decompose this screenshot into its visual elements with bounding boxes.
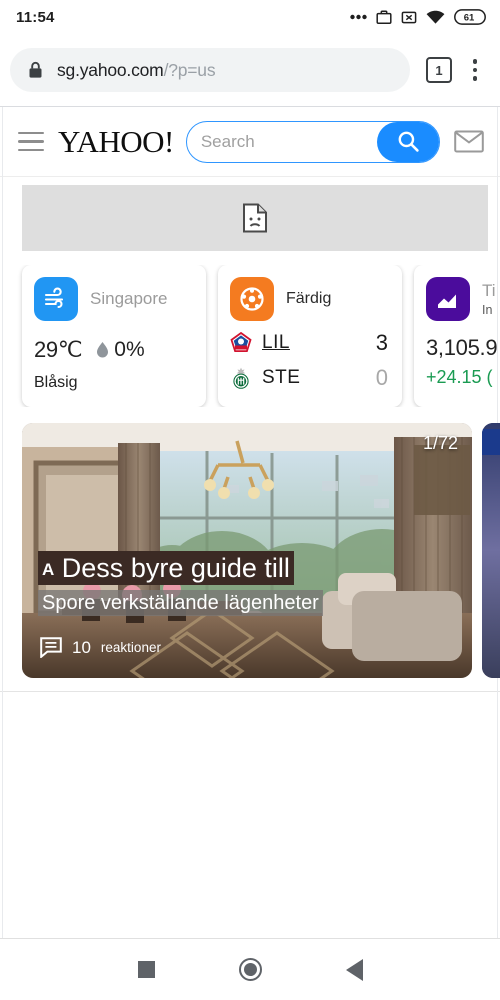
- weather-humidity-value: 0%: [114, 338, 145, 361]
- content-divider: [0, 691, 500, 692]
- search-button[interactable]: [377, 121, 439, 162]
- weather-condition: Blåsig: [34, 374, 78, 391]
- mail-icon[interactable]: [452, 130, 486, 153]
- address-bar[interactable]: sg.yahoo.com/?p=us: [10, 48, 410, 92]
- finance-subtitle: In: [482, 303, 493, 317]
- web-page-viewport: YAHOO! Search Singapore 29℃ 0% Blåsig Fä…: [0, 106, 500, 938]
- battery-icon: 61: [454, 9, 486, 25]
- no-sim-icon: [401, 11, 417, 23]
- hamburger-icon[interactable]: [16, 128, 46, 156]
- sports-row: STE 0: [230, 365, 388, 391]
- article-photo-next: [482, 423, 500, 678]
- article-subheadline: Spore verkställande lägenheter: [38, 590, 323, 616]
- lock-icon: [29, 61, 42, 78]
- article-badge: A: [42, 560, 55, 580]
- url-text: sg.yahoo.com/?p=us: [57, 59, 216, 81]
- reactions-label: reaktioner: [100, 640, 161, 655]
- recents-square-icon[interactable]: [137, 961, 155, 978]
- yahoo-site-header: YAHOO!: [0, 107, 500, 177]
- finance-value: 3,105.9: [426, 335, 498, 360]
- sports-card[interactable]: Färdig LIL 3 STE 0: [218, 265, 402, 407]
- comment-icon: [40, 637, 62, 658]
- weather-humidity: 0%: [96, 338, 145, 362]
- info-card-strip[interactable]: Singapore 29℃ 0% Blåsig Färdig LIL 3 STE…: [0, 265, 500, 407]
- article-headline-text: Dess byre guide till: [61, 553, 290, 584]
- weather-metrics: 29℃ 0%: [34, 337, 192, 363]
- sports-team-name: LIL: [262, 332, 290, 353]
- status-bar: 11:54 61: [0, 0, 500, 34]
- back-triangle-icon[interactable]: [345, 958, 363, 981]
- wifi-icon: [426, 10, 445, 24]
- weather-card[interactable]: Singapore 29℃ 0% Blåsig: [22, 265, 206, 407]
- trend-chart-icon: [426, 277, 470, 321]
- broken-image-placeholder: [22, 185, 488, 251]
- article-card-next[interactable]: [482, 423, 500, 678]
- overflow-menu-icon[interactable]: [462, 59, 488, 81]
- svg-text:61: 61: [464, 13, 475, 24]
- weather-card-header: Singapore: [34, 277, 192, 321]
- home-circle-icon[interactable]: [238, 958, 262, 981]
- lille-crest-icon: [230, 331, 252, 352]
- finance-change: +24.15 (: [426, 367, 493, 387]
- url-host: sg.yahoo.com: [57, 59, 164, 80]
- weather-temperature: 29℃: [34, 337, 83, 362]
- sports-status: Färdig: [286, 290, 332, 307]
- reactions-count: 10: [72, 637, 91, 657]
- sports-row: LIL 3: [230, 330, 388, 356]
- search-icon: [398, 131, 419, 152]
- finance-title: Ti: [482, 281, 496, 300]
- sports-team-score: 3: [375, 330, 388, 355]
- search-box[interactable]: [185, 120, 440, 163]
- work-profile-icon: [376, 10, 392, 24]
- article-carousel[interactable]: 1/72 A Dess byre guide till Spore verkst…: [22, 423, 500, 678]
- status-icons: 61: [350, 9, 486, 25]
- weather-location: Singapore: [90, 289, 168, 308]
- android-nav-bar: [0, 938, 500, 1000]
- image-counter: 1/72: [422, 433, 458, 453]
- browser-toolbar: sg.yahoo.com/?p=us 1: [0, 34, 500, 106]
- status-time: 11:54: [16, 8, 55, 26]
- droplet-icon: [97, 342, 109, 358]
- yahoo-logo[interactable]: YAHOO!: [58, 126, 174, 157]
- sports-card-header: Färdig: [230, 277, 388, 321]
- page-left-edge: [2, 107, 3, 938]
- saint-etienne-crest-icon: [233, 367, 249, 389]
- broken-image-icon: [243, 203, 267, 233]
- finance-card[interactable]: Ti In 3,105.9 +24.15 (: [414, 265, 500, 407]
- search-input[interactable]: [186, 131, 377, 152]
- sports-team-score: 0: [375, 365, 388, 390]
- tab-switcher-button[interactable]: 1: [426, 57, 452, 83]
- sports-team-name: STE: [262, 367, 301, 388]
- finance-card-header: Ti In: [426, 277, 500, 321]
- article-headline: A Dess byre guide till: [38, 551, 294, 586]
- more-dots-icon: [350, 14, 367, 20]
- url-path: /?p=us: [163, 59, 216, 80]
- article-card[interactable]: 1/72 A Dess byre guide till Spore verkst…: [22, 423, 472, 678]
- article-reactions[interactable]: 10 reaktioner: [40, 637, 161, 658]
- article-headline-block: A Dess byre guide till Spore verkställan…: [38, 551, 456, 616]
- wind-icon: [34, 277, 78, 321]
- soccer-ball-icon: [230, 277, 274, 321]
